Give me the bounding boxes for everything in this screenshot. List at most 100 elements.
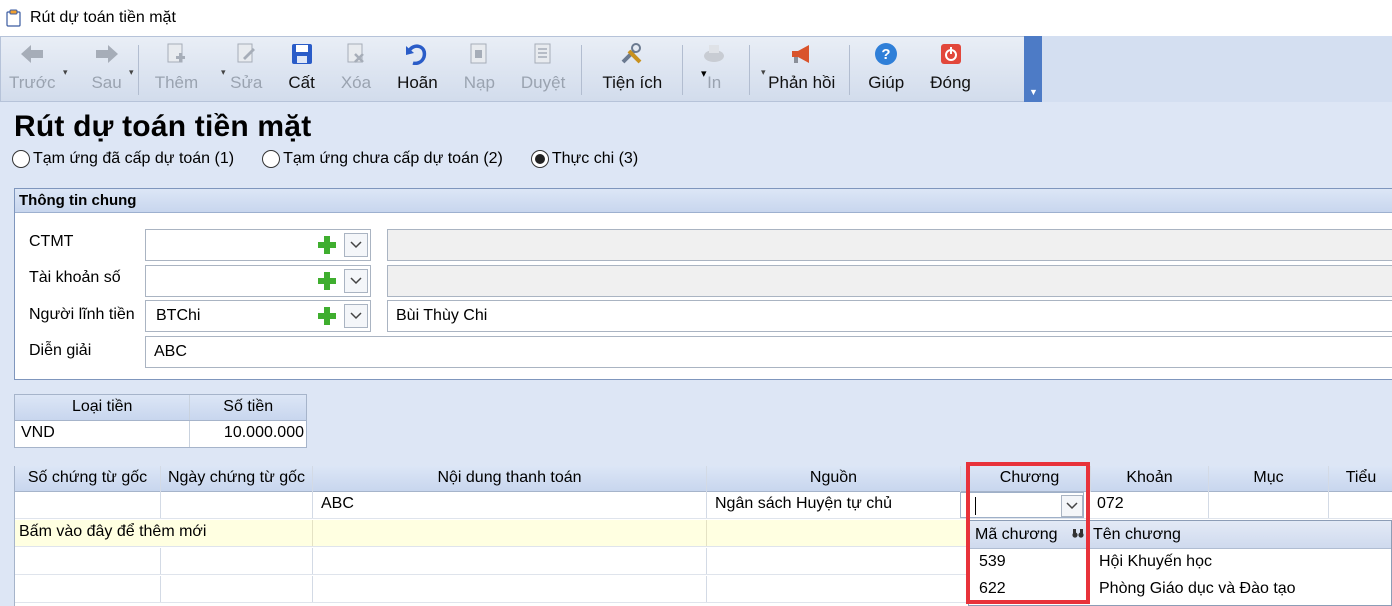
column-header[interactable]: Nội dung thanh toán: [313, 466, 707, 492]
delete-document-icon: [343, 41, 369, 67]
chapter-name[interactable]: Phòng Giáo dục và Đào tạo: [1087, 576, 1308, 603]
voucher-type-radio-group: Tạm ứng đã cấp dự toán (1) Tạm ứng chưa …: [12, 150, 638, 168]
column-header[interactable]: Khoản: [1091, 466, 1209, 492]
column-header[interactable]: Ngày chứng từ gốc: [161, 466, 313, 492]
save-button[interactable]: Cất: [288, 41, 315, 99]
dropdown-header: Mã chương Tên chương: [969, 521, 1391, 549]
tieu-cell[interactable]: [1329, 492, 1392, 518]
source-cell[interactable]: Ngân sách Huyện tự chủ: [707, 492, 969, 518]
add-new-text[interactable]: Bấm vào đây để thêm mới: [15, 520, 313, 546]
column-header[interactable]: Loại tiền: [15, 395, 191, 420]
currency-type-cell[interactable]: VND: [15, 421, 191, 447]
radio-advance-allocated[interactable]: Tạm ứng đã cấp dự toán (1): [12, 150, 234, 168]
chapter-combo-input[interactable]: [960, 492, 1084, 518]
empty-cell: [161, 548, 313, 574]
account-name-field: [387, 265, 1392, 297]
empty-cell: [707, 576, 969, 602]
receiver-combo[interactable]: BTChi: [145, 300, 371, 332]
chapter-name[interactable]: Hội Khuyến học: [1087, 549, 1224, 576]
radio-circle-checked[interactable]: [530, 150, 549, 168]
column-header[interactable]: Số tiền: [190, 395, 306, 420]
chevron-down-icon[interactable]: [1061, 495, 1083, 517]
arrow-left-icon: [19, 41, 45, 67]
tools-icon: [619, 41, 645, 67]
forward-button[interactable]: Sau: [91, 41, 122, 99]
print-button[interactable]: In: [701, 41, 727, 99]
edit-button[interactable]: Sửa: [230, 41, 262, 99]
amount-cell[interactable]: 10.000.000: [190, 421, 306, 447]
receiver-name-field[interactable]: Bùi Thùy Chi: [387, 300, 1392, 332]
svg-text:?: ?: [882, 46, 891, 63]
list-item[interactable]: 622 Phòng Giáo dục và Đào tạo: [969, 576, 1391, 603]
back-dropdown-caret[interactable]: ▾: [63, 67, 68, 78]
group-header: Thông tin chung: [15, 189, 1392, 213]
print-dropdown-caret[interactable]: ▾: [761, 67, 766, 78]
table-row[interactable]: ABC Ngân sách Huyện tự chủ 072: [15, 492, 1392, 519]
khoan-cell[interactable]: 072: [1091, 492, 1209, 518]
back-button[interactable]: Trước: [9, 41, 55, 99]
muc-cell[interactable]: [1209, 492, 1329, 518]
column-header[interactable]: Nguồn: [707, 466, 961, 492]
doc-date-cell[interactable]: [161, 492, 313, 518]
add-icon[interactable]: [316, 305, 338, 327]
help-icon: ?: [873, 41, 899, 67]
column-header[interactable]: Mã chương: [969, 521, 1087, 548]
general-info-group: Thông tin chung CTMT Tài khoản số Người …: [14, 188, 1392, 380]
ctmt-combo[interactable]: [145, 229, 371, 261]
account-combo[interactable]: [145, 265, 371, 297]
approve-icon: [530, 41, 556, 67]
post-icon: [466, 41, 492, 67]
column-header[interactable]: Tiểu: [1329, 466, 1392, 492]
add-button[interactable]: Thêm: [155, 41, 198, 99]
radio-advance-not-allocated[interactable]: Tạm ứng chưa cấp dự toán (2): [262, 150, 503, 168]
radio-circle[interactable]: [262, 150, 281, 168]
table-row[interactable]: VND 10.000.000: [15, 421, 306, 447]
add-dropdown-caret[interactable]: ▾: [221, 67, 226, 78]
approve-button[interactable]: Duyệt: [521, 41, 565, 99]
undo-icon: [404, 41, 430, 67]
app-icon: [6, 9, 21, 27]
chapter-code[interactable]: 622: [969, 576, 1087, 603]
description-input[interactable]: ABC: [145, 336, 1392, 368]
forward-dropdown-caret[interactable]: ▾: [129, 67, 134, 78]
close-button[interactable]: Đóng: [930, 41, 971, 99]
undo-button[interactable]: Hoãn: [397, 41, 438, 99]
doc-no-cell[interactable]: [15, 492, 161, 518]
post-button[interactable]: Nạp: [464, 41, 495, 99]
delete-button[interactable]: Xóa: [341, 41, 371, 99]
radio-circle[interactable]: [12, 150, 30, 168]
chevron-down-icon: ▼: [1029, 87, 1038, 97]
add-icon[interactable]: [316, 234, 338, 256]
utilities-button[interactable]: Tiện ích: [602, 41, 662, 99]
chevron-down-icon[interactable]: [344, 304, 368, 328]
help-button[interactable]: ? Giúp: [868, 41, 904, 99]
empty-cell: [313, 548, 707, 574]
content-cell[interactable]: ABC: [313, 492, 707, 518]
radio-actual-spend[interactable]: Thực chi (3): [530, 150, 638, 168]
toolbar-separator: [137, 45, 139, 95]
column-header[interactable]: Chương: [969, 466, 1091, 492]
add-icon[interactable]: [316, 270, 338, 292]
ctmt-name-field: [387, 229, 1392, 261]
radio-dot: [534, 154, 545, 164]
chevron-down-icon[interactable]: [344, 233, 368, 257]
chevron-down-icon[interactable]: [344, 269, 368, 293]
window-title: Rút dự toán tiền mặt: [30, 9, 176, 26]
column-header[interactable]: Số chứng từ gốc: [15, 466, 161, 492]
chapter-code[interactable]: 539: [969, 549, 1087, 576]
receiver-label: Người lĩnh tiền: [29, 306, 135, 323]
feedback-button[interactable]: Phản hồi: [768, 41, 835, 99]
page-title: Rút dự toán tiền mặt: [14, 110, 312, 143]
description-label: Diễn giải: [29, 342, 92, 359]
title-bar: Rút dự toán tiền mặt: [0, 0, 1392, 36]
empty-cell: [313, 576, 707, 602]
add-document-icon: [163, 41, 189, 67]
currency-table: Loại tiền Số tiền VND 10.000.000: [14, 394, 307, 448]
empty-cell: [161, 576, 313, 602]
toolbar-overflow-button[interactable]: ▼: [1024, 36, 1042, 102]
binoculars-icon[interactable]: [1072, 527, 1084, 541]
list-item[interactable]: 539 Hội Khuyến học: [969, 549, 1391, 576]
empty-cell: [707, 520, 969, 546]
column-header[interactable]: Tên chương: [1087, 521, 1187, 548]
column-header[interactable]: Mục: [1209, 466, 1329, 492]
